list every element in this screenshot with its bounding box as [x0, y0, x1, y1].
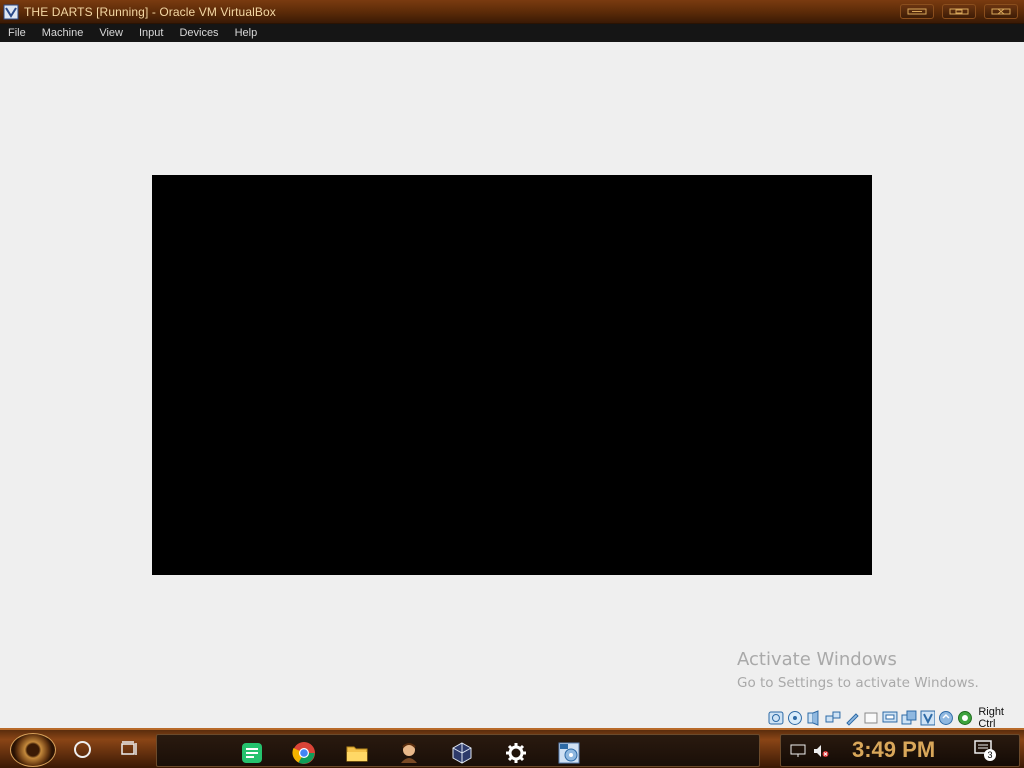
virtualbox-icon	[3, 4, 19, 19]
window-title: THE DARTS [Running] - Oracle VM VirtualB…	[24, 4, 276, 19]
disc-app-icon[interactable]	[557, 741, 581, 765]
taskbar-clock[interactable]: 3:49 PM	[852, 737, 935, 763]
display-icon[interactable]	[882, 710, 898, 726]
close-icon	[991, 8, 1011, 15]
vm-display-area[interactable]: Activate Windows Go to Settings to activ…	[0, 42, 1024, 730]
cortana-icon[interactable]	[74, 741, 91, 758]
video-capture-icon[interactable]	[901, 710, 917, 726]
start-button[interactable]	[10, 733, 56, 767]
network-tray-icon[interactable]	[790, 744, 806, 758]
hard-disk-icon[interactable]	[768, 710, 784, 726]
close-button[interactable]	[984, 4, 1018, 19]
shared-folders-icon[interactable]	[863, 710, 879, 726]
usb-icon[interactable]	[844, 710, 860, 726]
vbox-status-bar: Right Ctrl	[768, 706, 1024, 730]
window-titlebar[interactable]: THE DARTS [Running] - Oracle VM VirtualB…	[0, 0, 1024, 24]
menu-view[interactable]: View	[99, 27, 123, 39]
keyboard-icon[interactable]	[957, 710, 973, 726]
virtualbox-icon[interactable]	[450, 741, 474, 765]
menu-machine[interactable]: Machine	[42, 27, 84, 39]
menu-bar: File Machine View Input Devices Help	[0, 24, 1024, 42]
task-view-icon[interactable]	[121, 741, 139, 757]
minimize-button[interactable]	[900, 4, 934, 19]
taskbar-app-strip	[156, 734, 760, 767]
mouse-integration-icon[interactable]	[919, 710, 936, 726]
menu-file[interactable]: File	[8, 27, 26, 39]
host-key-label[interactable]: Right Ctrl	[978, 706, 1024, 730]
activate-windows-title: Activate Windows	[737, 649, 897, 670]
cpu-icon[interactable]	[938, 710, 954, 726]
file-explorer-icon[interactable]	[345, 741, 369, 765]
maximize-icon	[949, 8, 969, 15]
minimize-icon	[907, 8, 927, 15]
menu-help[interactable]: Help	[235, 27, 258, 39]
settings-icon[interactable]	[504, 741, 528, 765]
window-controls	[900, 4, 1018, 19]
menu-devices[interactable]: Devices	[179, 27, 218, 39]
notes-app-icon[interactable]	[240, 741, 264, 765]
game-app-icon[interactable]	[397, 741, 421, 765]
menu-input[interactable]: Input	[139, 27, 163, 39]
maximize-button[interactable]	[942, 4, 976, 19]
chrome-icon[interactable]	[292, 741, 316, 765]
activate-windows-subtitle: Go to Settings to activate Windows.	[737, 675, 979, 691]
volume-muted-icon[interactable]	[813, 744, 829, 758]
vm-guest-screen[interactable]	[152, 175, 872, 575]
optical-drive-icon[interactable]	[787, 710, 803, 726]
audio-icon[interactable]	[806, 710, 822, 726]
network-icon[interactable]	[825, 710, 841, 726]
activate-windows-watermark: Activate Windows Go to Settings to activ…	[737, 649, 979, 691]
notification-count-badge: 3	[984, 749, 996, 761]
taskbar: 3:49 PM 3	[0, 728, 1024, 768]
